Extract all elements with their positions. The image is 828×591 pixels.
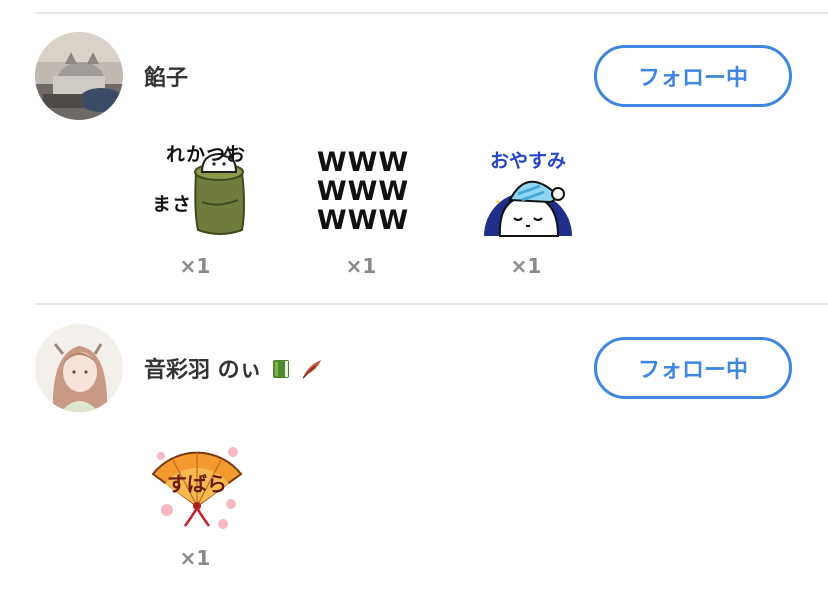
divider (35, 12, 828, 14)
divider (35, 303, 828, 305)
username-text: 音彩羽 のぃ (144, 358, 262, 383)
sticker-count: ×1 (179, 546, 211, 570)
sticker-label: おやすみ (489, 150, 566, 172)
sticker-count: ×1 (179, 254, 211, 278)
avatar[interactable] (35, 32, 123, 120)
green-book-icon (271, 358, 291, 386)
username[interactable]: 音彩羽 のぃ (144, 352, 323, 386)
sticker-oyasumi[interactable]: おやすみ (478, 142, 578, 242)
sticker-count: ×1 (510, 254, 542, 278)
sticker-text-line: WWW (316, 176, 410, 207)
avatar[interactable] (35, 324, 123, 412)
sticker-otsukaresama[interactable]: おつかれ さま (149, 142, 262, 242)
following-button[interactable]: フォロー中 (594, 45, 792, 107)
sticker-label: すばら (167, 472, 227, 496)
sticker-count: ×1 (345, 254, 377, 278)
following-button[interactable]: フォロー中 (594, 337, 792, 399)
sticker-text-line: WWW (316, 205, 410, 236)
sticker-label: WWW WWW WWW (313, 148, 413, 235)
sticker-www[interactable]: WWW WWW WWW (313, 142, 413, 242)
sticker-text-line: さま (149, 194, 191, 213)
sticker-text-line: おつかれ (163, 144, 245, 163)
avatar-photo-icon (35, 32, 123, 120)
feather-icon (301, 358, 323, 386)
username[interactable]: 餡子 (144, 60, 188, 92)
sticker-text-line: WWW (316, 147, 410, 178)
avatar-photo-icon (35, 324, 123, 412)
sticker-subara[interactable]: すばら (147, 438, 247, 538)
